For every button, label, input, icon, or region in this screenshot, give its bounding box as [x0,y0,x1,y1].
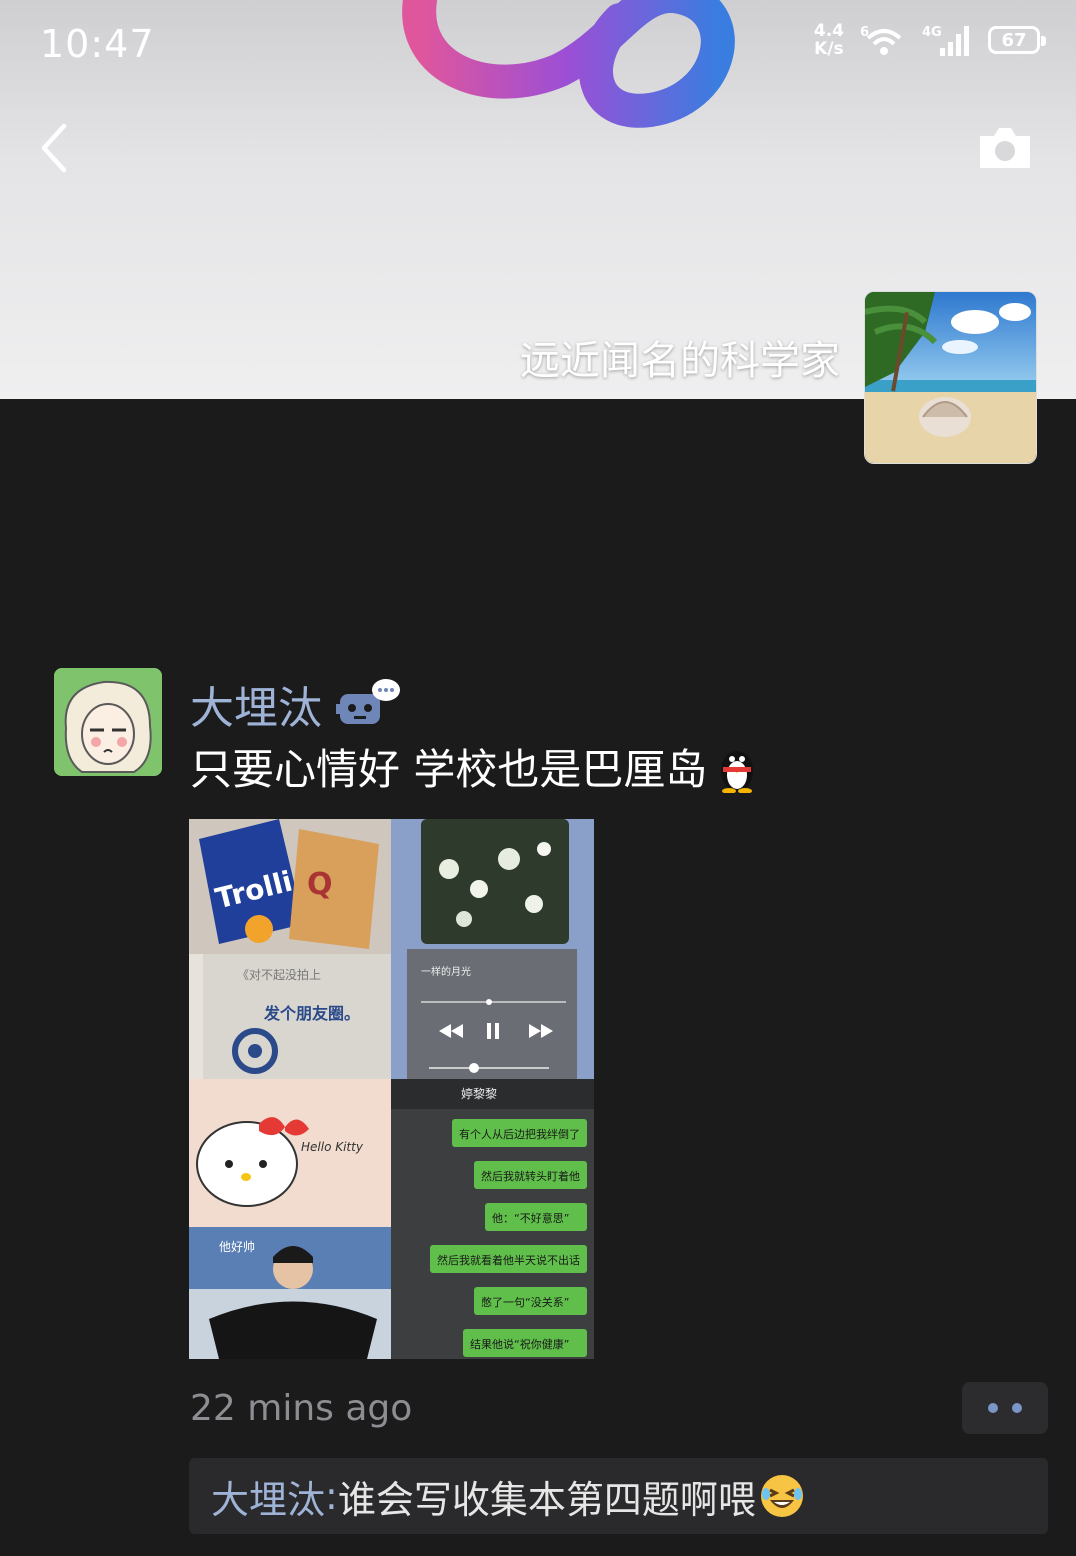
wifi-badge: 6 [860,25,869,40]
chat-bubble-text: 然后我就转头盯着他 [481,1169,580,1183]
wifi-icon: 6 [860,25,902,55]
battery-level: 67 [1001,29,1027,51]
network-speed-unit: K/s [814,39,844,59]
camera-icon[interactable] [976,124,1034,172]
post-author-row: 大埋汰 [190,672,402,736]
collage-graphic: Trolli Q 《对不起没拍上 发个朋友圈。 一样的月光 Hello Kitt… [189,819,594,1359]
profile-name[interactable]: 远近闻名的科学家 [520,328,840,386]
beach-photo-image [865,292,1036,463]
chat-bubble-text: 结果他说“祝你健康” [470,1337,569,1351]
post-text: 只要心情好 学校也是巴厘岛 [190,736,761,797]
note-line2: 发个朋友圈。 [263,1004,360,1023]
more-actions-button[interactable] [962,1382,1048,1434]
penguin-emoji-icon [721,750,754,793]
kitty-label: Hello Kitty [301,1140,364,1154]
network-speed: 4.4 K/s [814,22,844,58]
music-title: 一样的月光 [421,965,471,978]
network-speed-value: 4.4 [813,21,844,41]
more-dot-icon [988,1403,998,1413]
cellular-badge: 4G [922,25,942,40]
note-line1: 《对不起没拍上 [237,967,321,982]
back-arrow-icon[interactable] [36,120,76,176]
post-collage-image[interactable]: Trolli Q 《对不起没拍上 发个朋友圈。 一样的月光 Hello Kitt… [189,819,594,1359]
status-time: 10:47 [40,22,155,66]
status-icons: 4.4 K/s 6 4G 67 [814,22,1046,58]
chat-bubble-text: 憋了一句“没关系” [481,1295,569,1309]
chat-bubble-text: 有个人从后边把我绊倒了 [459,1127,580,1141]
svg-text:Q: Q [307,867,333,902]
post-author-name[interactable]: 大埋汰 [190,672,322,736]
cover-logo-graphic [402,0,735,128]
more-dot-icon [1012,1403,1022,1413]
comment-list: 大埋汰 : 谁会写收集本第四题啊喂 [189,1458,1048,1534]
profile-avatar[interactable] [864,291,1037,464]
comment-separator: : [325,1474,338,1518]
post-text-content: 只要心情好 学校也是巴厘岛 [190,745,708,794]
chat-bubble-text: 他：“不好意思” [492,1211,569,1225]
photo-caption: 他好帅 [219,1240,255,1254]
author-avatar[interactable] [54,668,162,776]
robot-chat-icon [336,679,400,724]
post-timestamp: 22 mins ago [190,1388,413,1429]
cellular-signal-icon: 4G [922,25,969,56]
battery-indicator: 67 [988,26,1046,54]
chat-header: 婷黎黎 [461,1086,497,1101]
comment-text[interactable]: 谁会写收集本第四题啊喂 [338,1469,756,1524]
chat-bubble-text: 然后我就看着他半天说不出话 [437,1253,580,1267]
comment-author[interactable]: 大埋汰 [211,1469,325,1524]
laughing-emoji-icon [760,1475,803,1517]
cartoon-avatar-image [54,668,162,776]
